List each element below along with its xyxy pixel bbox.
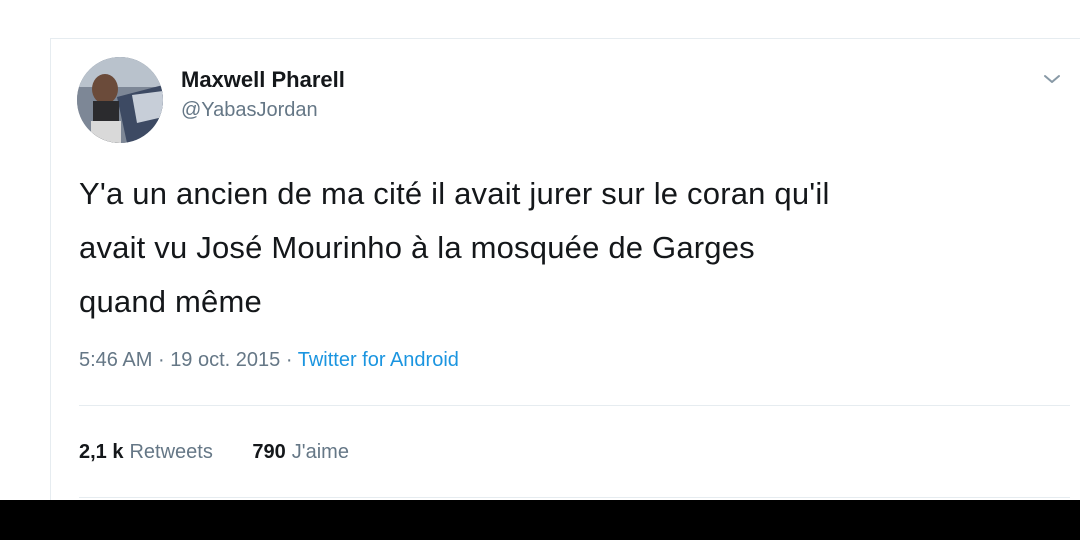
- meta-separator: ·: [157, 349, 165, 371]
- author-handle[interactable]: @YabasJordan: [181, 97, 345, 123]
- avatar-photo-icon: [77, 57, 163, 143]
- tweet-stats: 2,1 k Retweets 790 J'aime: [79, 439, 383, 465]
- likes-stat[interactable]: 790 J'aime: [252, 439, 349, 465]
- tweet-card: Maxwell Pharell @YabasJordan Y'a un anci…: [50, 38, 1080, 500]
- meta-separator: ·: [285, 349, 293, 371]
- author-display-name[interactable]: Maxwell Pharell: [181, 67, 345, 93]
- tweet-author: Maxwell Pharell @YabasJordan: [181, 67, 345, 123]
- tweet-text-line: Y'a un ancien de ma cité il avait jurer …: [79, 176, 830, 211]
- divider: [79, 497, 1070, 498]
- avatar[interactable]: [77, 57, 163, 143]
- tweet-time[interactable]: 5:46 AM: [79, 349, 152, 371]
- retweets-count: 2,1 k: [79, 441, 124, 463]
- divider: [79, 405, 1070, 406]
- bottom-black-bar: [0, 500, 1080, 540]
- retweets-stat[interactable]: 2,1 k Retweets: [79, 439, 213, 465]
- tweet-text-line: avait vu José Mourinho à la mosquée de G…: [79, 230, 755, 265]
- tweet-date[interactable]: 19 oct. 2015: [170, 349, 280, 371]
- likes-label: J'aime: [291, 441, 349, 463]
- tweet-meta: 5:46 AM · 19 oct. 2015 · Twitter for And…: [79, 347, 459, 373]
- page: Maxwell Pharell @YabasJordan Y'a un anci…: [0, 0, 1080, 540]
- chevron-down-icon[interactable]: [1040, 67, 1064, 91]
- tweet-text-line: quand même: [79, 284, 262, 319]
- retweets-label: Retweets: [129, 441, 213, 463]
- tweet-source-link[interactable]: Twitter for Android: [298, 349, 459, 371]
- tweet-text: Y'a un ancien de ma cité il avait jurer …: [79, 167, 1069, 329]
- likes-count: 790: [252, 441, 286, 463]
